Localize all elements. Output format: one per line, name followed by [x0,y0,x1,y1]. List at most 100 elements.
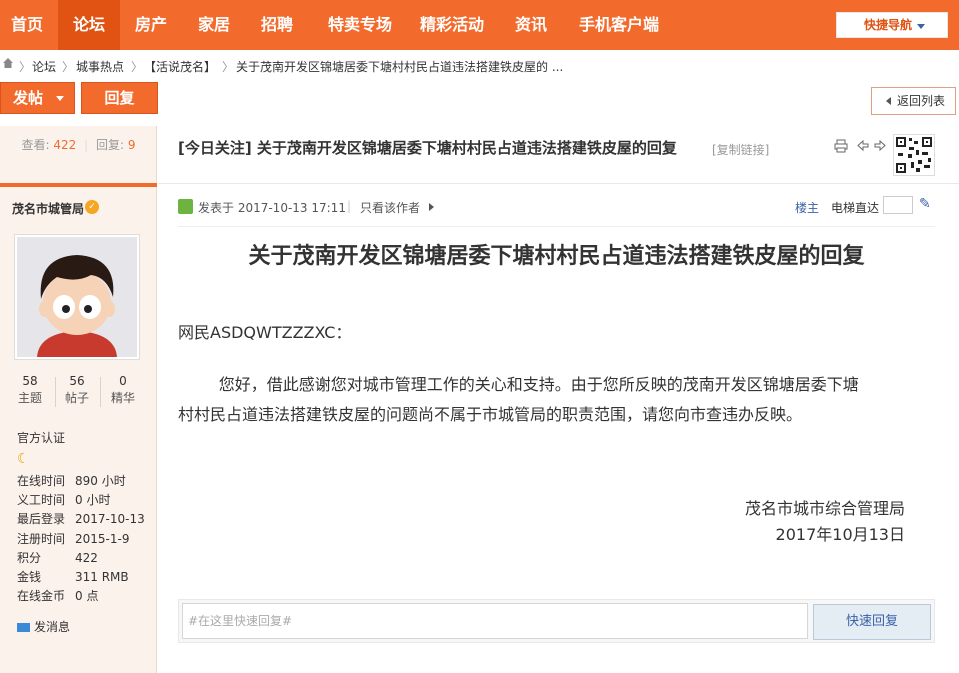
send-message-label: 发消息 [34,620,71,634]
nav-news[interactable]: 资讯 [508,0,554,50]
author-counts: 58 主题 56 帖子 0 精华 [0,373,157,417]
info-value: 2017-10-13 [75,512,145,527]
sign-date: 2017年10月13日 [775,525,905,544]
breadcrumb-city-hot[interactable]: 城事热点 [76,58,124,75]
count-posts[interactable]: 56 帖子 [57,373,97,407]
qr-code-icon[interactable] [893,134,935,176]
thread-stats: 查看: 422 | 回复: 9 [0,126,157,183]
breadcrumb-separator: 〉 [222,60,235,74]
info-row: 在线金币 0 点 [17,587,147,606]
info-key: 最后登录 [17,512,66,527]
count-digest[interactable]: 0 精华 [103,373,143,407]
info-row: 金钱 311 RMB [17,568,147,587]
info-key: 注册时间 [17,531,66,546]
post-time: 发表于 2017-10-13 17:11 [198,201,346,215]
envelope-icon [17,623,30,632]
pen-icon[interactable]: ✎ [919,196,931,212]
next-thread-icon[interactable] [874,139,887,156]
breadcrumb-separator: 〉 [131,60,144,74]
nav-forum[interactable]: 论坛 [58,0,120,50]
count-threads[interactable]: 58 主题 [10,373,50,407]
moon-icon: ☾ [17,451,30,467]
info-value: 890 小时 [75,474,126,488]
floor-label[interactable]: 楼主 [795,199,819,216]
nav-events[interactable]: 精彩活动 [412,0,492,50]
nav-jobs[interactable]: 招聘 [254,0,300,50]
elevator-input[interactable] [883,196,913,214]
replies-label: 回复: [95,138,125,152]
divider [100,377,101,407]
author-sidebar: 查看: 422 | 回复: 9 茂名市城管局 ✓ 58 主题 56 帖子 0 精… [0,126,157,673]
breadcrumb-current: 关于茂南开发区锦塘居委下塘村村民占道违法搭建铁皮屋的 ... [236,60,564,74]
breadcrumb-separator: 〉 [19,60,32,74]
back-to-list-label: 返回列表 [897,94,946,108]
post-paragraph-line: 您好，借此感谢您对城市管理工作的关心和支持。由于您所反映的茂南开发区锦塘居委下塘 [178,375,859,394]
stats-divider: | [84,138,89,152]
online-status-icon [178,199,193,214]
official-cert-label: 官方认证 [17,431,66,445]
nav-special-sale[interactable]: 特卖专场 [320,0,400,50]
reply-button[interactable]: 回复 [81,82,158,114]
back-to-list-button[interactable]: 返回列表 [871,87,956,115]
quick-nav-dropdown[interactable]: 快捷导航 [836,12,948,38]
post-button-label: 发帖 [13,89,44,107]
count-value: 56 [69,374,85,388]
replies-count: 9 [127,138,136,152]
count-value: 0 [119,374,127,388]
divider [55,377,56,407]
breadcrumb-section[interactable]: 【活说茂名】 [144,58,216,75]
info-key: 在线时间 [17,474,66,488]
info-row: 在线时间 890 小时 [17,472,147,491]
breadcrumb-separator: 〉 [62,60,75,74]
only-author-link[interactable]: 只看该作者 [360,199,420,216]
nav-realestate[interactable]: 房产 [128,0,174,50]
views-label: 查看: [21,138,50,152]
info-key: 积分 [17,550,42,565]
divider [178,226,935,227]
author-info-list: 在线时间 890 小时 义工时间 0 小时 最后登录 2017-10-13 注册时间 2… [17,472,147,606]
elevator-label: 电梯直达 [831,201,880,215]
chevron-down-icon [56,96,64,101]
quick-reply-button[interactable]: 快速回复 [813,604,931,640]
nav-home[interactable]: 首页 [4,0,50,50]
post-signature: 茂名市城市综合管理局 2017年10月13日 [745,496,905,548]
verified-badge-icon: ✓ [85,200,99,214]
info-value: 0 点 [75,589,99,604]
copy-link[interactable]: [复制链接] [712,141,769,158]
divider [158,183,959,184]
home-icon[interactable] [2,57,14,72]
breadcrumb-forum[interactable]: 论坛 [32,58,56,75]
info-key: 在线金币 [17,589,66,604]
info-row: 注册时间 2015-1-9 [17,530,147,549]
author-name[interactable]: 茂名市城管局 [12,200,84,217]
post-button[interactable]: 发帖 [0,82,75,114]
post-paragraph-line: 村村民占道违法搭建铁皮屋的问题尚不属于市城管局的职责范围，请您向市查违办反映。 [178,405,803,424]
views-count: 422 [53,138,77,152]
post-body: 网民ASDQWTZZZXC： 您好，借此感谢您对城市管理工作的关心和支持。由于您… [178,318,938,430]
nav-mobile-client[interactable]: 手机客户端 [572,0,666,50]
avatar-image [17,237,137,357]
info-value: 422 [75,550,98,565]
quick-nav-label: 快捷导航 [864,18,913,32]
info-key: 义工时间 [17,493,66,508]
quick-reply-box: #在这里快速回复# 快速回复 [178,599,935,643]
info-value: 2015-1-9 [75,531,130,546]
info-value: 0 小时 [75,493,111,508]
signer: 茂名市城市综合管理局 [744,499,905,518]
info-value: 311 RMB [75,569,129,584]
info-key: 金钱 [17,569,42,584]
count-label: 精华 [110,391,135,405]
count-value: 58 [22,374,38,388]
send-message-link[interactable]: 发消息 [17,618,70,635]
info-row: 最后登录 2017-10-13 [17,510,147,529]
post-title: 关于茂南开发区锦塘居委下塘村村民占道违法搭建铁皮屋的回复 [248,244,865,269]
nav-home-furnishing[interactable]: 家居 [191,0,237,50]
quick-reply-input[interactable]: #在这里快速回复# [182,603,808,639]
print-icon[interactable] [834,139,848,157]
previous-thread-icon[interactable] [856,139,869,156]
count-label: 主题 [17,391,42,405]
meta-separator: | [347,199,352,213]
avatar[interactable] [14,234,140,360]
thread-title: [今日关注] 关于茂南开发区锦塘居委下塘村村民占道违法搭建铁皮屋的回复 [178,139,677,157]
post-greeting: 网民ASDQWTZZZXC： [178,323,352,342]
